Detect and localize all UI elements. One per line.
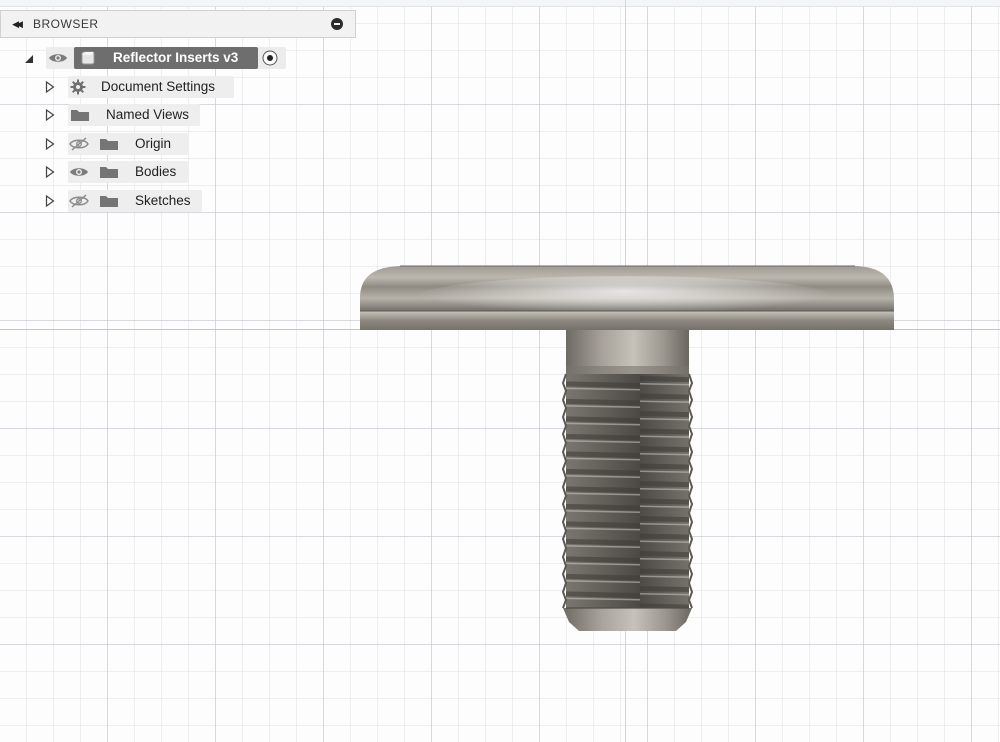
browser-item-document-settings[interactable]: Document Settings: [0, 76, 240, 98]
component-icon: [81, 51, 95, 65]
folder-icon: [100, 167, 118, 178]
expand-triangle-icon[interactable]: [45, 81, 55, 93]
browser-item-origin[interactable]: Origin: [0, 133, 200, 155]
folder-icon: [100, 139, 118, 150]
browser-item-label: Origin: [135, 136, 172, 151]
browser-title: BROWSER: [33, 17, 99, 31]
browser-item-named-views[interactable]: Named Views: [0, 104, 210, 126]
collapse-panel-icon[interactable]: ◀◀: [9, 17, 23, 31]
folder-icon: [100, 196, 118, 207]
browser-item-label: Bodies: [135, 164, 177, 179]
browser-item-label: Sketches: [135, 193, 191, 208]
folder-icon: [71, 110, 89, 121]
activate-radio-icon[interactable]: [262, 50, 278, 66]
expand-triangle-icon[interactable]: [45, 195, 55, 207]
browser-panel-header: ◀◀ BROWSER: [0, 10, 356, 38]
browser-item-sketches[interactable]: Sketches: [0, 190, 210, 212]
expand-triangle-icon[interactable]: [45, 166, 55, 178]
visibility-eye-icon[interactable]: [48, 51, 68, 65]
browser-item-label: Named Views: [106, 107, 190, 122]
minimize-icon[interactable]: [331, 18, 343, 30]
gear-icon: [70, 79, 86, 95]
visibility-eye-icon[interactable]: [69, 165, 89, 179]
hidden-eye-icon[interactable]: [69, 194, 89, 208]
browser-item-bodies[interactable]: Bodies: [0, 161, 200, 183]
collapse-triangle-icon[interactable]: [24, 53, 34, 65]
expand-triangle-icon[interactable]: [45, 138, 55, 150]
browser-root-row[interactable]: Reflector Inserts v3: [0, 47, 300, 69]
expand-triangle-icon[interactable]: [45, 109, 55, 121]
root-component-label[interactable]: Reflector Inserts v3: [113, 47, 238, 69]
browser-item-label: Document Settings: [101, 79, 216, 94]
hidden-eye-icon[interactable]: [69, 137, 89, 151]
